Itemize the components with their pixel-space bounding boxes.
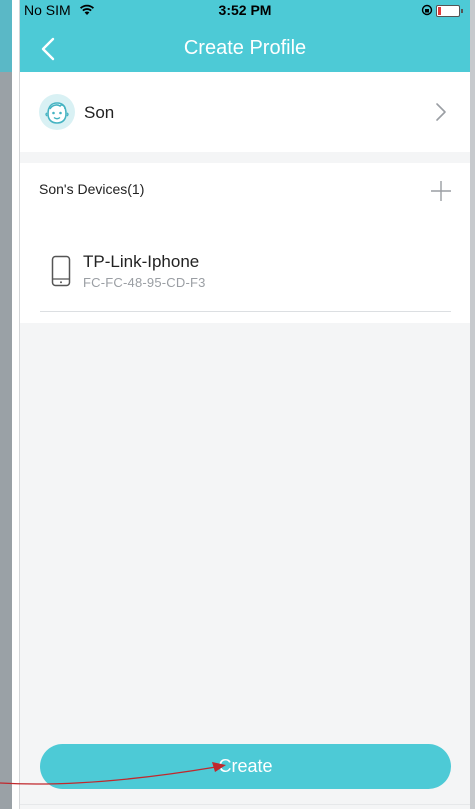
background-app-header — [0, 0, 12, 72]
divider — [40, 311, 451, 312]
profile-name: Son — [84, 103, 115, 122]
phone-device-icon — [51, 255, 71, 292]
chevron-right-icon — [434, 101, 448, 128]
orientation-lock-icon — [421, 3, 433, 21]
add-device-button[interactable] — [429, 179, 453, 208]
devices-section-title: Son's Devices(1) — [39, 181, 145, 197]
annotation-arrow-icon — [0, 762, 226, 785]
clock: 3:52 PM — [218, 2, 272, 18]
bottom-divider — [20, 804, 470, 805]
device-mac-address: FC-FC-48-95-CD-F3 — [83, 275, 206, 290]
phone-screen: No SIM 3:52 PM Create Profile Son Son's … — [19, 0, 470, 809]
page-title: Create Profile — [183, 37, 307, 59]
devices-section: Son's Devices(1) TP-Link-Iphone FC-FC-48… — [20, 163, 470, 323]
screen-edge — [12, 0, 19, 809]
background-app-strip — [0, 0, 12, 809]
top-bar: No SIM 3:52 PM Create Profile — [20, 0, 470, 72]
battery-icon — [436, 5, 463, 17]
status-bar: No SIM 3:52 PM — [20, 0, 470, 22]
device-name: TP-Link-Iphone — [83, 252, 200, 271]
profile-row[interactable]: Son — [20, 72, 470, 152]
avatar — [39, 94, 75, 130]
